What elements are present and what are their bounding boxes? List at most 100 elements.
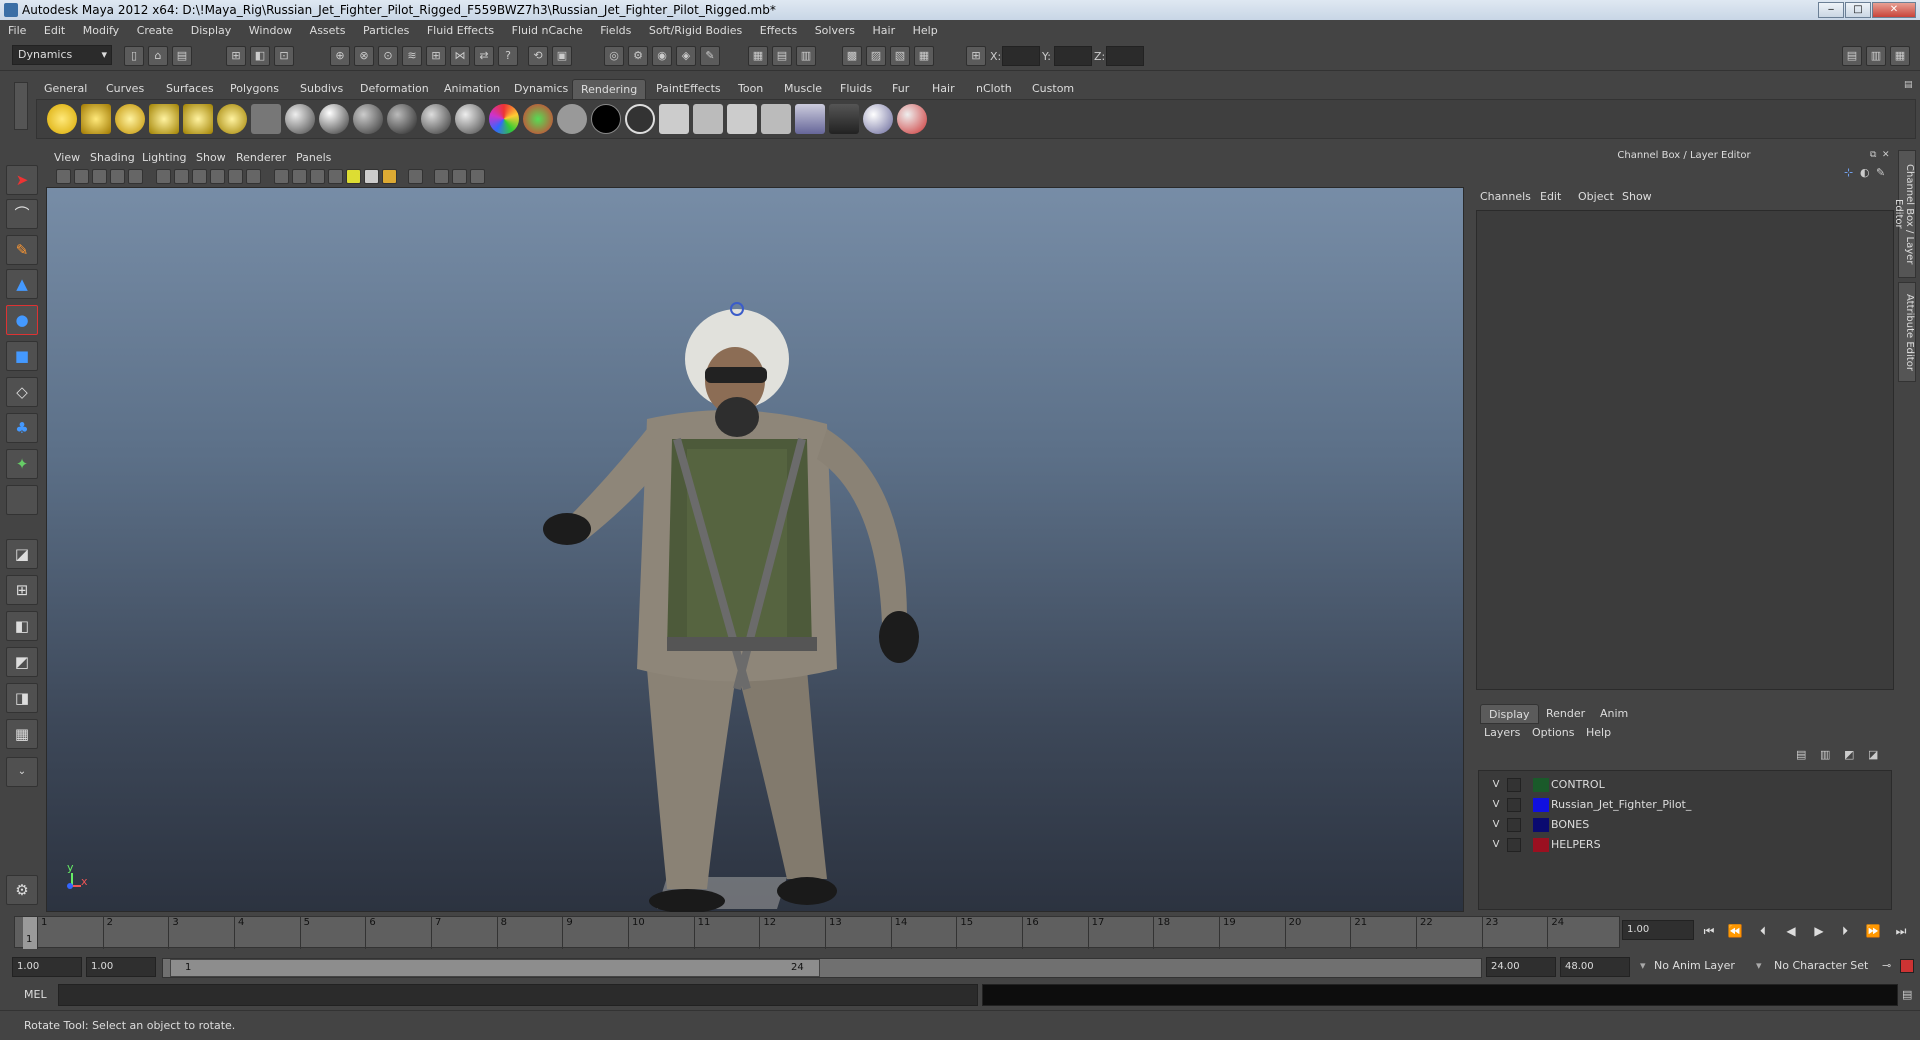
menu-help[interactable]: Help — [913, 24, 938, 37]
ipr-render-icon[interactable]: ◎ — [604, 46, 624, 66]
command-input[interactable] — [58, 984, 978, 1006]
render-settings-shelf-icon[interactable] — [761, 104, 791, 134]
layout-two-icon[interactable]: ▨ — [866, 46, 886, 66]
texture-sphere-icon[interactable] — [863, 104, 893, 134]
script-editor-icon[interactable]: ▤ — [1902, 988, 1916, 1002]
step-forward-key-icon[interactable]: ⏩ — [1864, 922, 1882, 940]
channel-menu-object[interactable]: Object — [1578, 190, 1614, 203]
go-to-start-icon[interactable]: ⏮ — [1700, 922, 1718, 940]
current-time-marker[interactable]: 1 — [23, 917, 37, 949]
character-set-dropdown[interactable]: ▾ No Character Set — [1756, 959, 1896, 979]
render-settings-icon[interactable]: ⚙ — [628, 46, 648, 66]
2d-pan-zoom-icon[interactable] — [128, 169, 143, 184]
layer-playback-toggle[interactable] — [1507, 818, 1521, 832]
shelf-options-icon[interactable]: ▤ — [1904, 80, 1914, 90]
ambient-light-icon[interactable] — [47, 104, 77, 134]
anim-layer-dropdown[interactable]: ▾ No Anim Layer — [1640, 959, 1770, 979]
snap-curve-icon[interactable]: ⊗ — [354, 46, 374, 66]
transform-input-icon[interactable]: ⊞ — [966, 46, 986, 66]
persp-graph-layout-icon[interactable]: ◩ — [6, 647, 38, 677]
shelf-tab-toon[interactable]: Toon — [730, 79, 771, 99]
z-field[interactable] — [1106, 46, 1144, 66]
layer-tab-render[interactable]: Render — [1538, 704, 1593, 724]
layer-color-swatch[interactable] — [1533, 778, 1549, 792]
shelf-tab-curves[interactable]: Curves — [98, 79, 152, 99]
select-object-icon[interactable]: ◧ — [250, 46, 270, 66]
channel-menu-edit[interactable]: Edit — [1540, 190, 1561, 203]
single-perspective-layout-icon[interactable]: ◪ — [6, 539, 38, 569]
go-to-end-icon[interactable]: ⏭ — [1892, 922, 1910, 940]
menu-fluid-ncache[interactable]: Fluid nCache — [512, 24, 583, 37]
close-panel-icon[interactable]: ✕ — [1882, 150, 1890, 160]
shelf-menu-icon[interactable] — [14, 82, 28, 130]
shelf-tab-fur[interactable]: Fur — [884, 79, 917, 99]
channel-list-area[interactable] — [1476, 210, 1894, 690]
all-lights-icon[interactable] — [364, 169, 379, 184]
menu-fluid-effects[interactable]: Fluid Effects — [427, 24, 494, 37]
toggle-channel-box-icon[interactable]: ▦ — [1890, 46, 1910, 66]
layout-three-icon[interactable]: ▧ — [890, 46, 910, 66]
layer-menu-layers[interactable]: Layers — [1484, 726, 1520, 739]
layout-expand-icon[interactable]: ⌄ — [6, 757, 38, 787]
command-language-label[interactable]: MEL — [24, 988, 47, 1001]
blinn-material-icon[interactable] — [319, 104, 349, 134]
menu-display[interactable]: Display — [191, 24, 232, 37]
snap-point-icon[interactable]: ⊙ — [378, 46, 398, 66]
move-layer-up-icon[interactable]: ▤ — [1796, 748, 1812, 762]
current-time-field[interactable]: 1.00 — [1622, 920, 1694, 940]
bookmarks-icon[interactable] — [92, 169, 107, 184]
shelf-tab-subdivs[interactable]: Subdivs — [292, 79, 351, 99]
layer-color-swatch[interactable] — [1533, 818, 1549, 832]
viewport-menu-show[interactable]: Show — [196, 151, 226, 164]
render-current-frame-icon[interactable]: ▣ — [552, 46, 572, 66]
four-view-layout-icon[interactable]: ⊞ — [6, 575, 38, 605]
layer-row[interactable]: V HELPERS — [1479, 835, 1893, 855]
new-layer-selected-icon[interactable]: ◪ — [1868, 748, 1884, 762]
paint-select-tool-icon[interactable]: ✎ — [6, 235, 38, 265]
shelf-tab-surfaces[interactable]: Surfaces — [158, 79, 222, 99]
shelf-tab-dynamics[interactable]: Dynamics — [506, 79, 576, 99]
persp-outliner-layout-icon[interactable]: ◧ — [6, 611, 38, 641]
new-empty-layer-icon[interactable]: ◩ — [1844, 748, 1860, 762]
layer-row[interactable]: V BONES — [1479, 815, 1893, 835]
wireframe-on-shaded-icon[interactable] — [310, 169, 325, 184]
layer-visibility-toggle[interactable]: V — [1489, 795, 1503, 815]
menu-effects[interactable]: Effects — [760, 24, 797, 37]
layer-row[interactable]: V Russian_Jet_Fighter_Pilot_ — [1479, 795, 1893, 815]
layout-icon[interactable]: ▩ — [842, 46, 862, 66]
move-layer-down-icon[interactable]: ▥ — [1820, 748, 1836, 762]
animation-start-field[interactable]: 1.00 — [12, 957, 82, 977]
shadows-icon[interactable] — [382, 169, 397, 184]
channel-select-icon[interactable]: ⊹ — [1844, 166, 1856, 179]
layer-menu-options[interactable]: Options — [1532, 726, 1574, 739]
field-chart-icon[interactable] — [228, 169, 243, 184]
grid-toggle-icon[interactable] — [156, 169, 171, 184]
shelf-tab-custom[interactable]: Custom — [1024, 79, 1082, 99]
layer-color-swatch[interactable] — [1533, 838, 1549, 852]
high-quality-icon[interactable] — [470, 169, 485, 184]
select-component-icon[interactable]: ⊡ — [274, 46, 294, 66]
channel-menu-show[interactable]: Show — [1622, 190, 1652, 203]
menu-modify[interactable]: Modify — [83, 24, 119, 37]
shading-map-icon[interactable] — [523, 104, 553, 134]
play-backwards-icon[interactable]: ◀ — [1782, 922, 1800, 940]
select-tool-icon[interactable]: ➤ — [6, 165, 38, 195]
play-forwards-icon[interactable]: ▶ — [1810, 922, 1828, 940]
step-back-frame-icon[interactable]: ⏴ — [1754, 922, 1772, 940]
image-plane-icon[interactable] — [110, 169, 125, 184]
range-slider-handle[interactable]: 1 24 — [170, 959, 820, 977]
new-scene-icon[interactable]: ▯ — [124, 46, 144, 66]
universal-manipulator-icon[interactable]: ◇ — [6, 377, 38, 407]
hypershade-layout-icon[interactable]: ◨ — [6, 683, 38, 713]
layer-visibility-toggle[interactable]: V — [1489, 815, 1503, 835]
save-scene-icon[interactable]: ▤ — [172, 46, 192, 66]
viewport-menu-lighting[interactable]: Lighting — [142, 151, 186, 164]
render-icon[interactable] — [659, 104, 689, 134]
shelf-tab-painteffects[interactable]: PaintEffects — [648, 79, 729, 99]
layer-name[interactable]: Russian_Jet_Fighter_Pilot_ — [1551, 795, 1691, 815]
use-background-icon[interactable] — [591, 104, 621, 134]
snap-grid-icon[interactable]: ⊕ — [330, 46, 350, 66]
shelf-tab-animation[interactable]: Animation — [436, 79, 508, 99]
layer-name[interactable]: BONES — [1551, 815, 1589, 835]
shelf-tab-hair[interactable]: Hair — [924, 79, 963, 99]
